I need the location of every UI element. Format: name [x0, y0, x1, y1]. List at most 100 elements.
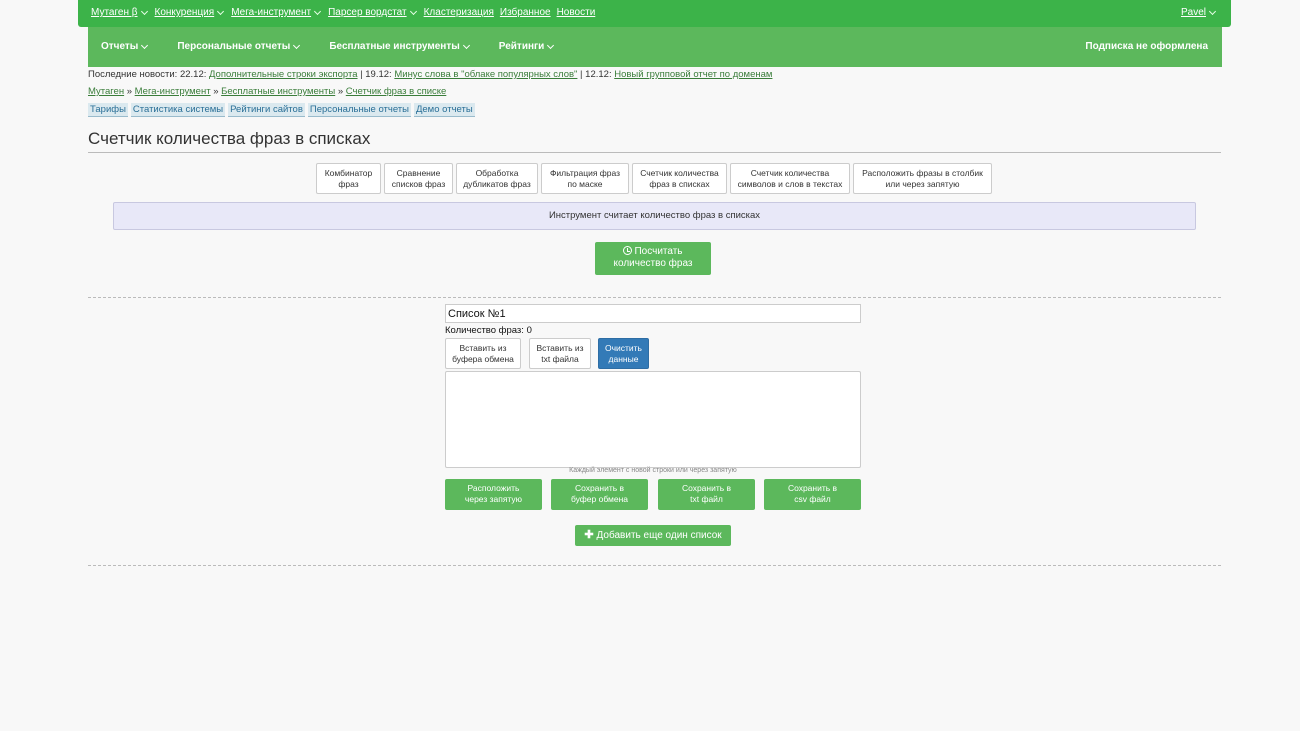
button-label-line: Расположить [467, 483, 520, 493]
add-list-button[interactable]: ✚ Добавить еще один список [575, 525, 731, 546]
count-phrases-button[interactable]: Посчитать количество фраз [595, 242, 711, 275]
chevron-down-icon [217, 7, 225, 16]
tool-filter-button[interactable]: Фильтрация фраз по маске [541, 163, 629, 194]
quick-link-system-stats[interactable]: Статистика системы [130, 103, 226, 117]
tool-label-line: Расположить фразы в столбик [862, 168, 983, 178]
tool-label-line: фраз [338, 179, 359, 189]
save-clipboard-button[interactable]: Сохранить в буфер обмена [551, 479, 648, 510]
user-name[interactable]: Pavel [1181, 7, 1206, 18]
breadcrumb-item[interactable]: Счетчик фраз в списке [346, 86, 447, 97]
paste-clipboard-button[interactable]: Вставить из буфера обмена [445, 338, 521, 369]
chevron-down-icon [140, 7, 148, 16]
quick-link-demo-reports[interactable]: Демо отчеты [413, 103, 475, 117]
top-menu-favorites[interactable]: Избранное [500, 7, 551, 18]
button-label-line: данные [608, 354, 639, 364]
top-menu-label[interactable]: Парсер вордстат [328, 7, 407, 18]
breadcrumb-item[interactable]: Мега-инструмент [135, 86, 211, 97]
save-csv-button[interactable]: Сохранить в csv файл [764, 479, 861, 510]
phrases-textarea[interactable] [445, 371, 861, 468]
breadcrumb-separator: » [335, 86, 346, 97]
breadcrumb-item[interactable]: Бесплатные инструменты [221, 86, 335, 97]
tool-label-line: списков фраз [391, 179, 446, 189]
top-menu-label[interactable]: Мега-инструмент [231, 7, 311, 18]
top-menu-label[interactable]: Кластеризация [424, 7, 494, 18]
nav-personal-reports[interactable]: Персональные отчеты [177, 41, 301, 52]
button-label-line: Вставить из [459, 343, 507, 353]
top-menu-competition[interactable]: Конкуренция [155, 7, 226, 18]
nav-ratings[interactable]: Рейтинги [499, 41, 556, 52]
top-menu-news[interactable]: Новости [557, 7, 596, 18]
top-menu-wordstat-parser[interactable]: Парсер вордстат [328, 7, 418, 18]
count-button-label: Посчитать [634, 246, 683, 257]
button-label-line: Сохранить в [787, 483, 838, 493]
section-divider [88, 297, 1221, 298]
button-label-line: txt файл [690, 494, 723, 504]
quick-link-tariffs[interactable]: Тарифы [88, 103, 128, 117]
tool-label-line: дубликатов фраз [463, 179, 531, 189]
top-menu-clustering[interactable]: Кластеризация [424, 7, 494, 18]
news-link[interactable]: Новый групповой отчет по доменам [614, 69, 772, 80]
breadcrumb-separator: » [124, 86, 135, 97]
tool-label-line: Фильтрация фраз [549, 168, 621, 178]
tool-arrange-button[interactable]: Расположить фразы в столбик или через зап… [853, 163, 992, 194]
paste-txt-button[interactable]: Вставить из txt файла [529, 338, 591, 369]
nav-free-tools[interactable]: Бесплатные инструменты [329, 41, 470, 52]
list-title-input[interactable] [445, 304, 861, 323]
page-title: Счетчик количества фраз в списках [88, 129, 371, 148]
tool-combinator-button[interactable]: Комбинатор фраз [316, 163, 381, 194]
top-menu-label[interactable]: Мутаген β [91, 7, 138, 18]
button-label-line: через запятую [464, 494, 523, 504]
tool-label-line: Счетчик количества [750, 168, 830, 178]
breadcrumb: Мутаген » Мега-инструмент » Бесплатные и… [88, 86, 446, 97]
button-label-line: буфер обмена [570, 494, 629, 504]
quick-link-site-ratings[interactable]: Рейтинги сайтов [228, 103, 305, 117]
top-menu-mega-tool[interactable]: Мега-инструмент [231, 7, 322, 18]
tool-char-counter-button[interactable]: Счетчик количества символов и слов в текс… [730, 163, 850, 194]
subscription-status[interactable]: Подписка не оформлена [1085, 41, 1208, 52]
tool-label-line: или через запятую [885, 179, 960, 189]
top-menu-mutagen[interactable]: Мутаген β [91, 7, 149, 18]
tool-label-line: фраз в списках [649, 179, 710, 189]
top-menu-label[interactable]: Избранное [500, 7, 551, 18]
news-separator: | 19.12: [357, 69, 395, 80]
news-prefix: Последние новости: [88, 69, 180, 80]
clock-icon [623, 246, 633, 255]
button-label-line: Очистить [604, 343, 642, 353]
nav-label[interactable]: Бесплатные инструменты [329, 41, 459, 52]
arrange-comma-button[interactable]: Расположить через запятую [445, 479, 542, 510]
tool-description: Инструмент считает количество фраз в спи… [113, 202, 1196, 230]
tool-duplicates-button[interactable]: Обработка дубликатов фраз [456, 163, 538, 194]
nav-label[interactable]: Рейтинги [499, 41, 545, 52]
save-txt-button[interactable]: Сохранить в txt файл [658, 479, 755, 510]
tool-compare-button[interactable]: Сравнение списков фраз [384, 163, 453, 194]
button-label-line: txt файла [541, 354, 579, 364]
quick-link-personal-reports[interactable]: Персональные отчеты [307, 103, 411, 117]
top-menu-label[interactable]: Новости [557, 7, 596, 18]
button-label-line: Сохранить в [574, 483, 625, 493]
quick-links: Тарифы Статистика системы Рейтинги сайто… [88, 103, 475, 117]
tool-phrase-counter-button[interactable]: Счетчик количества фраз в списках [632, 163, 727, 194]
tool-label-line: символов и слов в текстах [737, 179, 843, 189]
news-link[interactable]: Минус слова в "облаке популярных слов" [394, 69, 577, 80]
breadcrumb-item[interactable]: Мутаген [88, 86, 124, 97]
tool-label-line: по маске [567, 179, 603, 189]
button-label-line: Сохранить в [681, 483, 732, 493]
section-divider [88, 565, 1221, 566]
news-separator: | 12.12: [577, 69, 615, 80]
user-menu[interactable]: Pavel [1181, 7, 1217, 18]
chevron-down-icon [462, 41, 470, 50]
news-date: 22.12: [179, 69, 210, 80]
nav-label[interactable]: Персональные отчеты [177, 41, 290, 52]
chevron-down-icon [141, 41, 149, 50]
nav-reports[interactable]: Отчеты [101, 41, 149, 52]
news-line: Последние новости: 22.12: Дополнительные… [88, 69, 772, 80]
textarea-hint: Каждый элемент с новой строки или через … [569, 467, 737, 474]
tool-label-line: Обработка [475, 168, 519, 178]
news-link[interactable]: Дополнительные строки экспорта [209, 69, 358, 80]
nav-label[interactable]: Отчеты [101, 41, 138, 52]
clear-data-button[interactable]: Очистить данные [598, 338, 649, 369]
chevron-down-icon [314, 7, 322, 16]
top-menu-label[interactable]: Конкуренция [155, 7, 215, 18]
button-label-line: буфера обмена [452, 354, 514, 364]
chevron-down-icon [547, 41, 555, 50]
